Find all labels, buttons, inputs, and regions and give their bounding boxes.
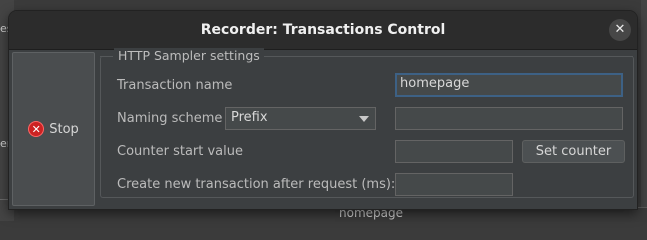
create-after-input[interactable] [395,173,513,196]
dialog-titlebar[interactable]: Recorder: Transactions Control ✕ [9,11,637,50]
group-title: HTTP Sampler settings [114,48,264,63]
stop-button[interactable]: ✕ Stop [12,52,95,206]
naming-scheme-selected: Prefix [231,110,268,125]
naming-scheme-select[interactable]: Prefix [225,107,376,130]
background-app-right [641,0,647,221]
counter-start-input[interactable] [395,140,513,163]
transaction-name-label: Transaction name [117,78,233,93]
chevron-down-icon[interactable] [359,116,369,122]
set-counter-button[interactable]: Set counter [522,140,625,163]
transactions-control-dialog: Recorder: Transactions Control ✕ ✕ Stop … [9,11,637,209]
close-icon[interactable]: ✕ [609,19,631,41]
stop-icon: ✕ [28,121,45,137]
counter-start-label: Counter start value [117,144,244,159]
transaction-name-input[interactable]: homepage [395,73,623,97]
dialog-title: Recorder: Transactions Control [200,22,446,38]
group-border [257,56,633,57]
group-border [100,56,113,57]
create-after-label: Create new transaction after request (ms… [117,177,396,192]
stop-button-label: Stop [49,121,79,137]
naming-scheme-extra-field[interactable] [395,107,623,130]
naming-scheme-label: Naming scheme [117,111,223,126]
